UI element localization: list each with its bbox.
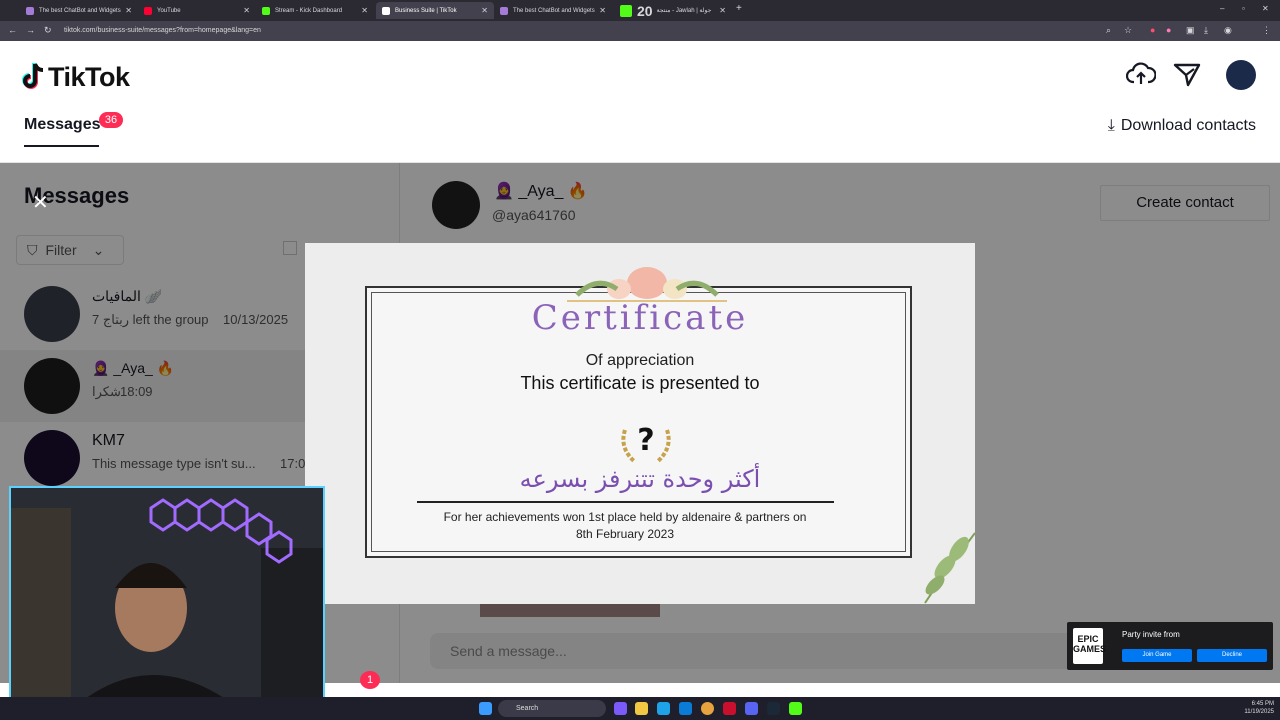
download-contacts-button[interactable]: ⤓ Download contacts xyxy=(1108,117,1256,135)
tiktok-wordmark[interactable]: TikTok xyxy=(48,62,130,93)
tab-counter: 20 xyxy=(637,2,653,19)
image-preview-modal: Certificate Of appreciation This certifi… xyxy=(305,243,975,604)
certificate-recipient: أكثر وحدة تتنرفز بسرعه xyxy=(519,465,761,493)
app-icon[interactable] xyxy=(789,702,802,715)
tab-label: The best ChatBot and Widgets xyxy=(39,7,121,14)
close-icon[interactable]: ✕ xyxy=(599,6,606,15)
maximize-icon[interactable]: ▫ xyxy=(1242,4,1245,13)
browser-tab[interactable]: YouTube ✕ xyxy=(138,2,256,19)
close-icon[interactable]: ✕ xyxy=(243,6,250,15)
browser-tab-active[interactable]: Business Suite | TikTok ✕ xyxy=(376,2,494,19)
tab-label: The best ChatBot and Widgets xyxy=(513,7,595,14)
certificate-desc-line: For her achievements won 1st place held … xyxy=(443,510,807,524)
browser-tab[interactable]: 20 منتجة - Jawlah | جولة ✕ xyxy=(614,2,732,19)
tab-label: Business Suite | TikTok xyxy=(395,7,457,14)
browser-tab-bar: The best ChatBot and Widgets ✕ YouTube ✕… xyxy=(0,0,1280,21)
edge-icon[interactable] xyxy=(657,702,670,715)
tab-label: Stream - Kick Dashboard xyxy=(275,7,343,14)
epic-games-logo: EPIC GAMES xyxy=(1073,628,1106,664)
certificate-presented-line: This certificate is presented to xyxy=(520,373,760,393)
browser-address-bar: ← → ↻ tiktok.com/business-suite/messages… xyxy=(0,21,1280,41)
close-icon[interactable]: ✕ xyxy=(361,6,368,15)
taskbar-search[interactable]: Search xyxy=(498,700,606,717)
download-icon: ⤓ xyxy=(1107,117,1115,134)
certificate-desc-date: 8th February 2023 xyxy=(575,527,675,541)
epic-party-invite-popup: EPIC GAMES Party invite from Join Game D… xyxy=(1067,622,1273,670)
profile-icon[interactable]: ◉ xyxy=(1224,25,1232,36)
close-icon[interactable]: ✕ xyxy=(125,6,132,15)
forward-icon[interactable]: → xyxy=(26,25,35,35)
downloads-icon[interactable]: ⤓ xyxy=(1204,25,1208,36)
chrome-icon[interactable] xyxy=(701,702,714,715)
close-icon[interactable]: ✕ xyxy=(481,6,488,15)
kick-icon xyxy=(262,6,270,15)
webcam-overlay xyxy=(9,486,325,708)
browser-tab[interactable]: The best ChatBot and Widgets ✕ xyxy=(494,2,612,19)
browser-tab[interactable]: Stream - Kick Dashboard ✕ xyxy=(256,2,374,19)
send-inbox-icon[interactable] xyxy=(1172,60,1202,88)
tiktok-icon xyxy=(382,6,390,15)
messages-count-badge: 36 xyxy=(99,112,123,128)
leaf-decoration xyxy=(924,532,975,604)
close-icon[interactable]: ✕ xyxy=(32,190,49,215)
image-preview-strip xyxy=(480,604,660,617)
svg-text:?: ? xyxy=(637,423,654,458)
window-close-icon[interactable]: ✕ xyxy=(1262,4,1269,13)
extension-icon[interactable]: ● xyxy=(1166,25,1171,35)
upload-cloud-icon[interactable] xyxy=(1126,60,1156,88)
taskbar-clock[interactable]: 6:45 PM 11/19/2025 xyxy=(1244,700,1274,716)
avatar[interactable] xyxy=(1226,60,1256,90)
popup-title: Party invite from xyxy=(1122,630,1180,639)
tab-favicon xyxy=(500,6,508,15)
tab-favicon xyxy=(26,6,34,15)
header-actions xyxy=(1126,60,1260,90)
tab-active-indicator xyxy=(24,145,99,147)
certificate-subtitle: Of appreciation xyxy=(585,352,695,369)
menu-icon[interactable]: ⋮ xyxy=(1262,25,1271,36)
new-tab-icon[interactable]: + xyxy=(736,3,742,14)
app-icon[interactable] xyxy=(723,702,736,715)
windows-start-icon[interactable] xyxy=(479,702,492,715)
minimize-icon[interactable]: – xyxy=(1220,4,1224,13)
app-icon[interactable] xyxy=(614,702,627,715)
url-field[interactable]: tiktok.com/business-suite/messages?from=… xyxy=(64,24,1094,38)
certificate-signature-line xyxy=(417,501,834,503)
tab-label: منتجة - Jawlah | جولة xyxy=(656,8,712,14)
windows-taskbar: Search 6:45 PM 11/19/2025 xyxy=(0,697,1280,720)
tiktok-logo-icon xyxy=(22,63,44,89)
decline-button[interactable]: Decline xyxy=(1197,649,1267,662)
kick-icon xyxy=(620,4,632,17)
zoom-icon[interactable]: ⌕ xyxy=(1106,25,1111,36)
tab-label: YouTube xyxy=(157,7,181,14)
store-icon[interactable] xyxy=(679,702,692,715)
file-explorer-icon[interactable] xyxy=(635,702,648,715)
back-icon[interactable]: ← xyxy=(8,25,17,35)
download-contacts-label: Download contacts xyxy=(1120,117,1256,134)
certificate-title: Certificate xyxy=(531,298,749,338)
clock-time: 6:45 PM xyxy=(1251,701,1274,707)
unread-count-badge: 1 xyxy=(360,671,380,689)
browser-tab[interactable]: The best ChatBot and Widgets ✕ xyxy=(20,2,138,19)
webcam-feed xyxy=(11,488,323,706)
reload-icon[interactable]: ↻ xyxy=(44,25,52,36)
question-mark-laurel-icon: ? xyxy=(621,423,671,464)
close-icon[interactable]: ✕ xyxy=(719,6,726,15)
extension-icon[interactable]: ● xyxy=(1150,25,1155,35)
tab-messages[interactable]: Messages xyxy=(24,116,101,134)
steam-icon[interactable] xyxy=(767,702,780,715)
join-game-button[interactable]: Join Game xyxy=(1122,649,1192,662)
clock-date: 11/19/2025 xyxy=(1244,709,1274,715)
extensions-puzzle-icon[interactable]: ▣ xyxy=(1186,25,1195,36)
youtube-icon xyxy=(144,6,152,15)
discord-icon[interactable] xyxy=(745,702,758,715)
bookmark-star-icon[interactable]: ☆ xyxy=(1124,25,1132,36)
certificate-description: For her achievements won 1st place held … xyxy=(305,509,945,543)
